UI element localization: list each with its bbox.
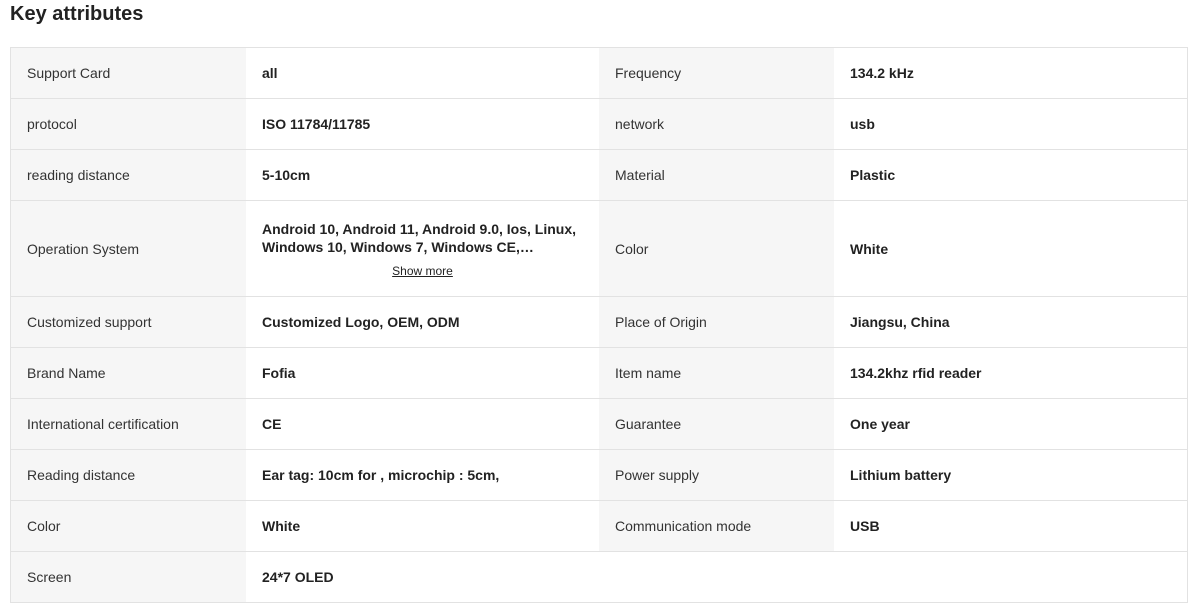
key-attributes-table: Support Card all Frequency 134.2 kHz pro… [10, 47, 1188, 603]
attr-value: Ear tag: 10cm for , microchip : 5cm, [246, 450, 599, 500]
attr-value: 24*7 OLED [246, 552, 599, 602]
attr-key: Material [599, 150, 834, 200]
attr-value: Plastic [834, 150, 1187, 200]
attr-value: Android 10, Android 11, Android 9.0, Ios… [246, 201, 599, 296]
attr-key: Color [599, 201, 834, 296]
table-row: Screen 24*7 OLED [11, 552, 1187, 603]
attr-key: Color [11, 501, 246, 551]
attr-value: White [834, 201, 1187, 296]
attr-key: reading distance [11, 150, 246, 200]
attr-key: Support Card [11, 48, 246, 98]
attr-key: Guarantee [599, 399, 834, 449]
table-row: protocol ISO 11784/11785 network usb [11, 99, 1187, 150]
attr-key: Screen [11, 552, 246, 602]
section-title: Key attributes [10, 3, 144, 25]
empty-cell [599, 552, 834, 602]
table-row: International certification CE Guarantee… [11, 399, 1187, 450]
attr-value: Fofia [246, 348, 599, 398]
attr-key: Operation System [11, 201, 246, 296]
attr-value: 134.2 kHz [834, 48, 1187, 98]
attr-key: Brand Name [11, 348, 246, 398]
attr-key: Item name [599, 348, 834, 398]
table-row: Customized support Customized Logo, OEM,… [11, 297, 1187, 348]
table-row: Reading distance Ear tag: 10cm for , mic… [11, 450, 1187, 501]
attr-value: CE [246, 399, 599, 449]
table-row: Operation System Android 10, Android 11,… [11, 201, 1187, 297]
attr-value: Customized Logo, OEM, ODM [246, 297, 599, 347]
attr-value: 5-10cm [246, 150, 599, 200]
attr-key: Reading distance [11, 450, 246, 500]
operation-system-value: Android 10, Android 11, Android 9.0, Ios… [262, 220, 576, 255]
table-row: Color White Communication mode USB [11, 501, 1187, 552]
attr-key: Customized support [11, 297, 246, 347]
attr-value: ISO 11784/11785 [246, 99, 599, 149]
attr-value: usb [834, 99, 1187, 149]
attr-key: Frequency [599, 48, 834, 98]
attr-key: International certification [11, 399, 246, 449]
table-row: reading distance 5-10cm Material Plastic [11, 150, 1187, 201]
attr-value: Jiangsu, China [834, 297, 1187, 347]
table-row: Brand Name Fofia Item name 134.2khz rfid… [11, 348, 1187, 399]
attr-key: network [599, 99, 834, 149]
attr-value: White [246, 501, 599, 551]
table-row: Support Card all Frequency 134.2 kHz [11, 48, 1187, 99]
attr-key: protocol [11, 99, 246, 149]
attr-value: 134.2khz rfid reader [834, 348, 1187, 398]
attr-value: all [246, 48, 599, 98]
empty-cell [834, 552, 1187, 602]
attr-key: Communication mode [599, 501, 834, 551]
attr-key: Power supply [599, 450, 834, 500]
attr-value: USB [834, 501, 1187, 551]
attr-value: One year [834, 399, 1187, 449]
attr-key: Place of Origin [599, 297, 834, 347]
attr-value: Lithium battery [834, 450, 1187, 500]
show-more-link[interactable]: Show more [392, 264, 453, 278]
